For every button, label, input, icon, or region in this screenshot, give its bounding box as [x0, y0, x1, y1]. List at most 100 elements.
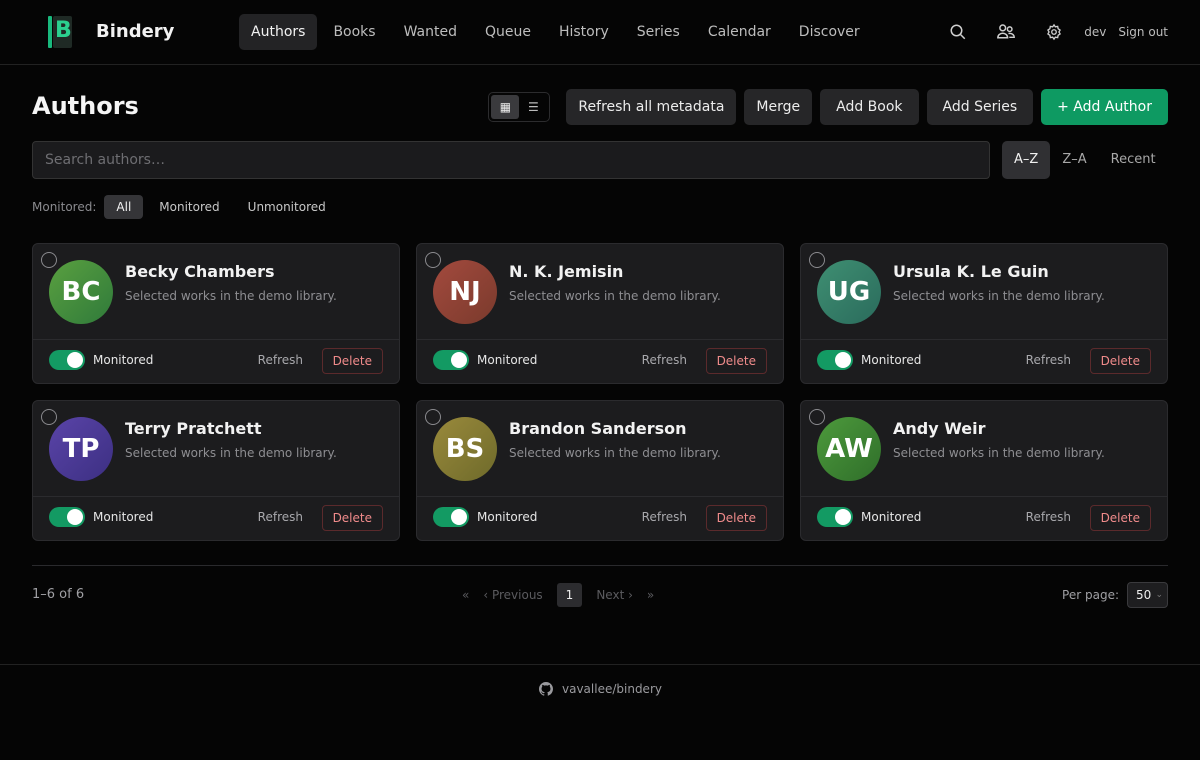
avatar: TP — [49, 417, 113, 481]
nav-books[interactable]: Books — [321, 14, 387, 50]
author-card[interactable]: NJ N. K. Jemisin Selected works in the d… — [416, 243, 784, 384]
first-page-button[interactable]: « — [455, 583, 476, 607]
result-count: 1–6 of 6 — [32, 587, 85, 602]
monitored-toggle[interactable] — [49, 350, 85, 370]
monitored-filter: Monitored: All Monitored Unmonitored — [32, 195, 342, 219]
refresh-all-metadata-button[interactable]: Refresh all metadata — [566, 89, 737, 125]
add-book-button[interactable]: Add Book — [820, 89, 919, 125]
monitored-label: Monitored — [93, 353, 154, 367]
delete-button[interactable]: Delete — [1089, 348, 1151, 374]
nav-series[interactable]: Series — [625, 14, 692, 50]
author-grid: BC Becky Chambers Selected works in the … — [32, 243, 1168, 541]
select-checkbox[interactable] — [809, 252, 825, 268]
search-icon — [950, 24, 966, 40]
add-author-button[interactable]: + Add Author — [1041, 89, 1168, 125]
author-card[interactable]: AW Andy Weir Selected works in the demo … — [800, 400, 1168, 541]
page-1-button[interactable]: 1 — [556, 583, 583, 607]
monitored-toggle[interactable] — [49, 507, 85, 527]
author-card[interactable]: BC Becky Chambers Selected works in the … — [32, 243, 400, 384]
refresh-button[interactable]: Refresh — [1026, 510, 1071, 524]
author-card[interactable]: UG Ursula K. Le Guin Selected works in t… — [800, 243, 1168, 384]
delete-button[interactable]: Delete — [705, 348, 767, 374]
grid-view-icon[interactable]: ▦ — [491, 95, 520, 119]
list-view-icon[interactable]: ☰ — [519, 95, 547, 119]
author-name[interactable]: Becky Chambers — [125, 262, 275, 281]
author-name[interactable]: Andy Weir — [893, 419, 986, 438]
divider — [32, 565, 1168, 566]
monitored-label: Monitored — [93, 510, 154, 524]
monitored-toggle[interactable] — [817, 350, 853, 370]
settings-button[interactable] — [1036, 14, 1072, 50]
monitored-toggle[interactable] — [817, 507, 853, 527]
header-actions: dev Sign out — [928, 14, 1168, 50]
monitored-toggle[interactable] — [433, 507, 469, 527]
select-checkbox[interactable] — [425, 409, 441, 425]
nav-wanted[interactable]: Wanted — [392, 14, 469, 50]
author-description: Selected works in the demo library. — [509, 446, 721, 460]
per-page-value: 50 — [1136, 588, 1152, 602]
nav-discover[interactable]: Discover — [787, 14, 872, 50]
avatar: BS — [433, 417, 497, 481]
author-description: Selected works in the demo library. — [125, 446, 337, 460]
add-series-button[interactable]: Add Series — [926, 89, 1034, 125]
previous-page-button[interactable]: ‹ Previous — [476, 583, 549, 607]
filter-unmonitored[interactable]: Unmonitored — [236, 195, 338, 219]
filter-all[interactable]: All — [104, 195, 144, 219]
search-input[interactable] — [32, 141, 990, 179]
delete-button[interactable]: Delete — [321, 348, 383, 374]
author-description: Selected works in the demo library. — [893, 289, 1105, 303]
repo-link[interactable]: vavallee/bindery — [539, 682, 662, 696]
filter-monitored[interactable]: Monitored — [147, 195, 231, 219]
card-footer: Monitored Refresh Delete — [417, 496, 783, 540]
select-checkbox[interactable] — [809, 409, 825, 425]
monitored-label: Monitored — [861, 353, 922, 367]
per-page-select[interactable]: 50 ⌄ — [1127, 582, 1168, 608]
nav-queue[interactable]: Queue — [473, 14, 543, 50]
sign-out-link[interactable]: Sign out — [1118, 25, 1168, 39]
last-page-button[interactable]: » — [640, 583, 661, 607]
select-checkbox[interactable] — [41, 409, 57, 425]
author-name[interactable]: Brandon Sanderson — [509, 419, 687, 438]
current-user: dev — [1084, 25, 1107, 39]
sort-z-a[interactable]: Z–A — [1050, 141, 1098, 179]
delete-button[interactable]: Delete — [321, 505, 383, 531]
repo-name: vavallee/bindery — [562, 682, 662, 696]
brand[interactable]: B Bindery — [48, 14, 174, 48]
refresh-button[interactable]: Refresh — [642, 510, 687, 524]
author-name[interactable]: Ursula K. Le Guin — [893, 262, 1049, 281]
select-checkbox[interactable] — [41, 252, 57, 268]
merge-button[interactable]: Merge — [744, 89, 813, 125]
sort-a-z[interactable]: A–Z — [1002, 141, 1051, 179]
monitored-toggle[interactable] — [433, 350, 469, 370]
nav-calendar[interactable]: Calendar — [696, 14, 783, 50]
sort-recent[interactable]: Recent — [1099, 141, 1168, 179]
monitored-label: Monitored — [861, 510, 922, 524]
avatar: NJ — [433, 260, 497, 324]
github-icon — [539, 682, 553, 696]
per-page: Per page: 50 ⌄ — [1062, 582, 1168, 608]
author-card[interactable]: BS Brandon Sanderson Selected works in t… — [416, 400, 784, 541]
author-name[interactable]: Terry Pratchett — [125, 419, 262, 438]
search-button[interactable] — [940, 14, 976, 50]
author-card[interactable]: TP Terry Pratchett Selected works in the… — [32, 400, 400, 541]
delete-button[interactable]: Delete — [1089, 505, 1151, 531]
page-footer: vavallee/bindery — [0, 664, 1200, 760]
users-button[interactable] — [988, 14, 1024, 50]
card-footer: Monitored Refresh Delete — [801, 496, 1167, 540]
card-footer: Monitored Refresh Delete — [417, 339, 783, 383]
gear-icon — [1047, 23, 1062, 41]
monitored-label: Monitored — [477, 353, 538, 367]
refresh-button[interactable]: Refresh — [642, 353, 687, 367]
refresh-button[interactable]: Refresh — [258, 353, 303, 367]
next-page-button[interactable]: Next › — [589, 583, 640, 607]
select-checkbox[interactable] — [425, 252, 441, 268]
card-footer: Monitored Refresh Delete — [33, 496, 399, 540]
nav-authors[interactable]: Authors — [239, 14, 318, 50]
author-description: Selected works in the demo library. — [509, 289, 721, 303]
refresh-button[interactable]: Refresh — [1026, 353, 1071, 367]
refresh-button[interactable]: Refresh — [258, 510, 303, 524]
delete-button[interactable]: Delete — [705, 505, 767, 531]
per-page-label: Per page: — [1062, 588, 1119, 602]
author-name[interactable]: N. K. Jemisin — [509, 262, 623, 281]
nav-history[interactable]: History — [547, 14, 621, 50]
